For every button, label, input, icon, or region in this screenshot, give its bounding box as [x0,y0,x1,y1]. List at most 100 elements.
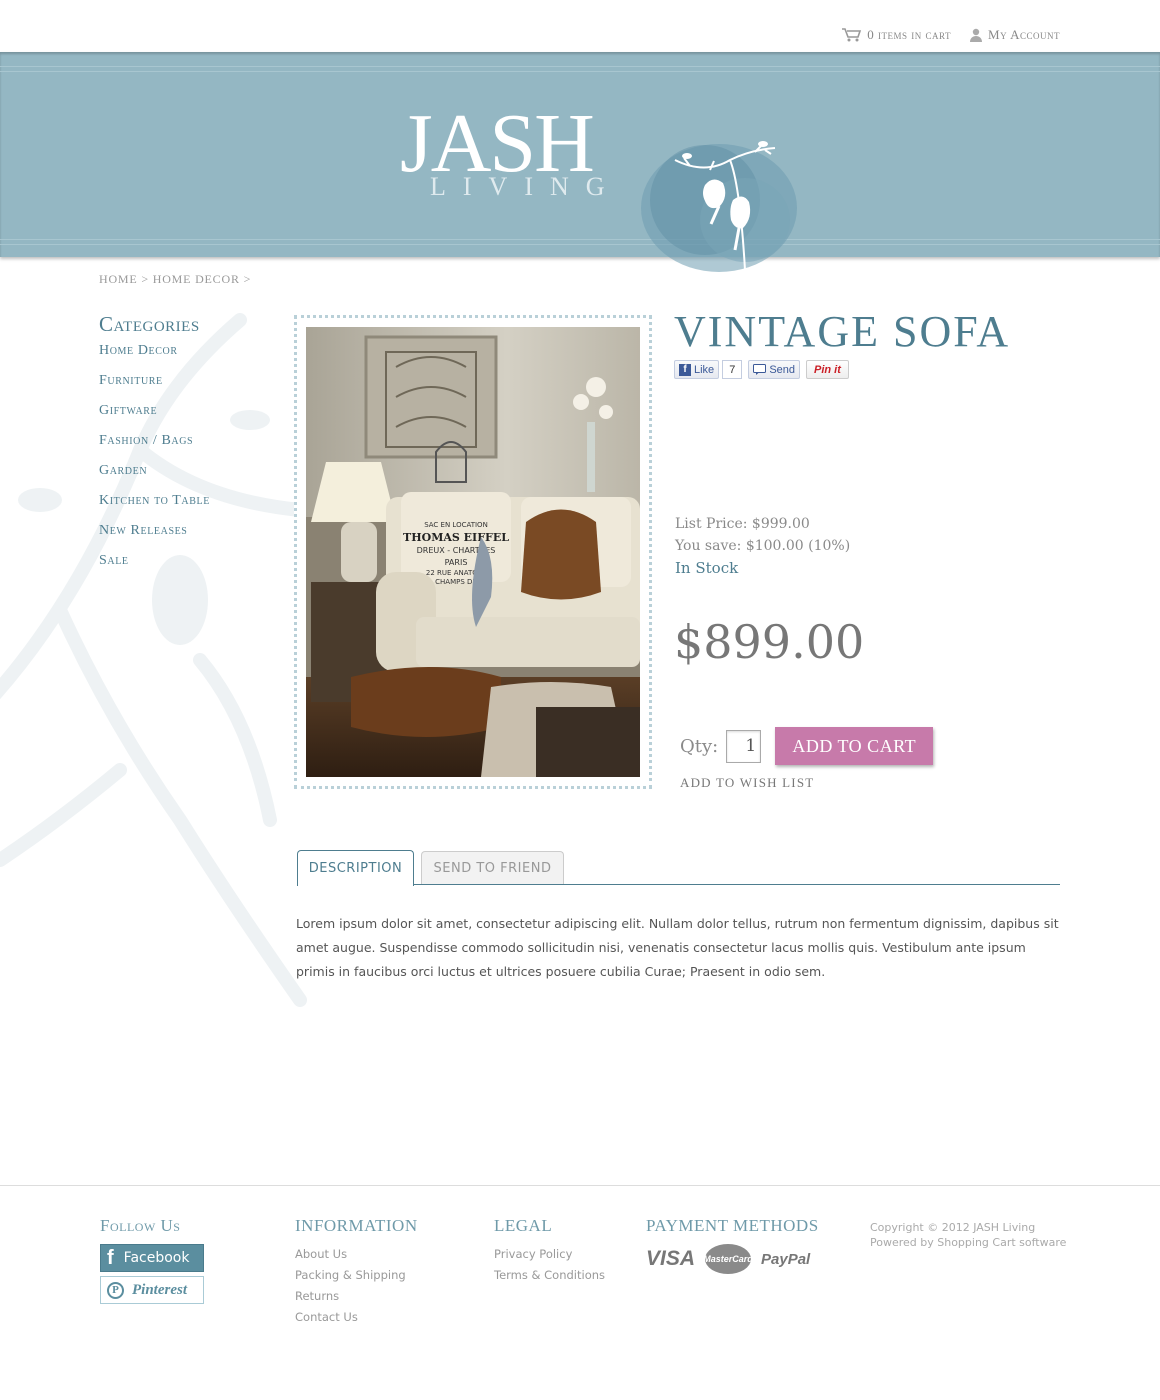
category-list: Home Decor Furniture Giftware Fashion / … [99,343,210,583]
returns-link[interactable]: Returns [295,1289,339,1303]
list-price: List Price: $999.00 [675,516,810,532]
cart-link[interactable]: 0 items in cart [842,27,951,43]
facebook-like-button[interactable]: f Like [674,360,720,379]
payment-logos: VISA MasterCard PayPal [646,1244,819,1274]
mastercard-logo: MasterCard [703,1244,753,1274]
my-account-link[interactable]: My Account [969,27,1060,43]
pillow-text-line: THOMAS EIFFEL [403,531,509,544]
facebook-label: Facebook [123,1250,190,1266]
category-item-sale[interactable]: Sale [99,553,210,583]
footer-payment: PAYMENT METHODS VISA MasterCard PayPal [646,1216,819,1274]
pinterest-icon: P [107,1281,124,1299]
category-item-home-decor[interactable]: Home Decor [99,343,210,373]
facebook-send-button[interactable]: Send [748,360,801,379]
breadcrumb-separator: > [141,272,149,286]
category-item-giftware[interactable]: Giftware [99,403,210,433]
contact-us-link[interactable]: Contact Us [295,1310,358,1324]
logo-subtitle: LIVING [430,172,622,201]
breadcrumb-separator: > [243,272,252,286]
cart-label: 0 items in cart [867,27,952,42]
my-account-label: My Account [988,27,1060,42]
user-icon [970,28,983,42]
follow-title: Follow Us [100,1216,181,1235]
category-link[interactable]: Sale [99,553,129,568]
footer-link-item[interactable]: About Us [295,1244,418,1265]
category-link[interactable]: Furniture [99,373,163,388]
social-share-bar: f Like 7 Send Pin it [674,360,849,379]
header-stripe-top [0,66,1160,72]
product-tabs: DESCRIPTION SEND TO FRIEND [297,850,1060,886]
visa-logo: VISA [646,1247,696,1270]
footer-link-item[interactable]: Returns [295,1286,418,1307]
pinterest-button[interactable]: P Pinterest [100,1276,204,1304]
footer-link-item[interactable]: Terms & Conditions [494,1265,605,1286]
packing-shipping-link[interactable]: Packing & Shipping [295,1268,406,1282]
footer-information: INFORMATION About Us Packing & Shipping … [295,1216,418,1328]
category-item-kitchen-to-table[interactable]: Kitchen to Table [99,493,210,523]
breadcrumb-home[interactable]: HOME [99,272,138,286]
add-to-wishlist-link[interactable]: ADD TO WISH LIST [680,775,814,791]
categories-title: Categories [99,312,200,336]
facebook-button[interactable]: f Facebook [100,1244,204,1272]
send-label: Send [769,363,796,376]
send-icon [753,364,767,375]
pinterest-pin-button[interactable]: Pin it [806,360,849,379]
footer-link-item[interactable]: Packing & Shipping [295,1265,418,1286]
footer-legal: LEGAL Privacy Policy Terms & Conditions [494,1216,605,1286]
breadcrumb: HOME > HOME DECOR > [99,272,251,287]
category-item-fashion-bags[interactable]: Fashion / Bags [99,433,210,463]
bird-watercolor-icon [641,141,797,272]
site-logo[interactable]: JASH LIVING [400,102,810,272]
top-bar: 0 items in cart My Account [0,0,1160,52]
category-link[interactable]: New Releases [99,523,187,538]
category-link[interactable]: Kitchen to Table [99,493,210,508]
terms-conditions-link[interactable]: Terms & Conditions [494,1268,605,1282]
price-details: List Price: $999.00 You save: $100.00 (1… [675,513,850,579]
category-link[interactable]: Garden [99,463,147,478]
add-to-cart-row: Qty: ADD TO CART [680,727,934,765]
category-link[interactable]: Giftware [99,403,157,418]
copyright-line: Copyright © 2012 JASH Living [870,1221,1036,1234]
copyright: Copyright © 2012 JASH Living Powered by … [870,1220,1066,1250]
pillow-text-line: SAC EN LOCATION [424,521,488,529]
pin-label: Pin it [814,363,841,376]
facebook-icon: f [107,1246,114,1269]
facebook-icon: f [679,363,691,376]
qty-label: Qty: [680,735,719,757]
footer-follow: Follow Us f Facebook P Pinterest [100,1216,204,1304]
pillow-text-line: CHAMPS DE [435,578,477,586]
category-link[interactable]: Fashion / Bags [99,433,193,448]
product-price: $899.00 [674,615,865,669]
product-description: Lorem ipsum dolor sit amet, consectetur … [296,916,1059,979]
category-link[interactable]: Home Decor [99,343,178,358]
category-item-furniture[interactable]: Furniture [99,373,210,403]
tab-send-to-friend[interactable]: SEND TO FRIEND [421,851,564,884]
qty-input[interactable] [726,729,762,763]
like-count: 7 [722,360,743,379]
stock-status: In Stock [675,559,739,577]
powered-by-line: Powered by Shopping Cart software [870,1236,1067,1249]
header-banner: JASH LIVING [0,52,1160,272]
cart-icon [842,28,862,42]
top-links: 0 items in cart My Account [842,27,1060,43]
breadcrumb-home-decor[interactable]: HOME DECOR [153,272,240,286]
tab-description[interactable]: DESCRIPTION [297,850,414,886]
category-item-new-releases[interactable]: New Releases [99,523,210,553]
privacy-policy-link[interactable]: Privacy Policy [494,1247,572,1261]
about-us-link[interactable]: About Us [295,1247,347,1261]
product-title: VINTAGE SOFA [674,307,1011,356]
add-to-cart-button[interactable]: ADD TO CART [775,727,934,765]
information-title: INFORMATION [295,1216,418,1235]
product-image-frame[interactable]: SAC EN LOCATION THOMAS EIFFEL DREUX - CH… [294,315,652,789]
footer-link-item[interactable]: Contact Us [295,1307,418,1328]
product-photo: SAC EN LOCATION THOMAS EIFFEL DREUX - CH… [306,327,640,777]
pillow-text-line: PARIS [445,558,468,567]
category-item-garden[interactable]: Garden [99,463,210,493]
like-label: Like [694,363,715,376]
you-save: You save: $100.00 (10%) [675,538,851,554]
paypal-logo: PayPal [761,1250,811,1268]
legal-title: LEGAL [494,1216,553,1235]
footer: Follow Us f Facebook P Pinterest INFORMA… [0,1185,1160,1400]
pinterest-label: Pinterest [132,1281,187,1298]
footer-link-item[interactable]: Privacy Policy [494,1244,605,1265]
